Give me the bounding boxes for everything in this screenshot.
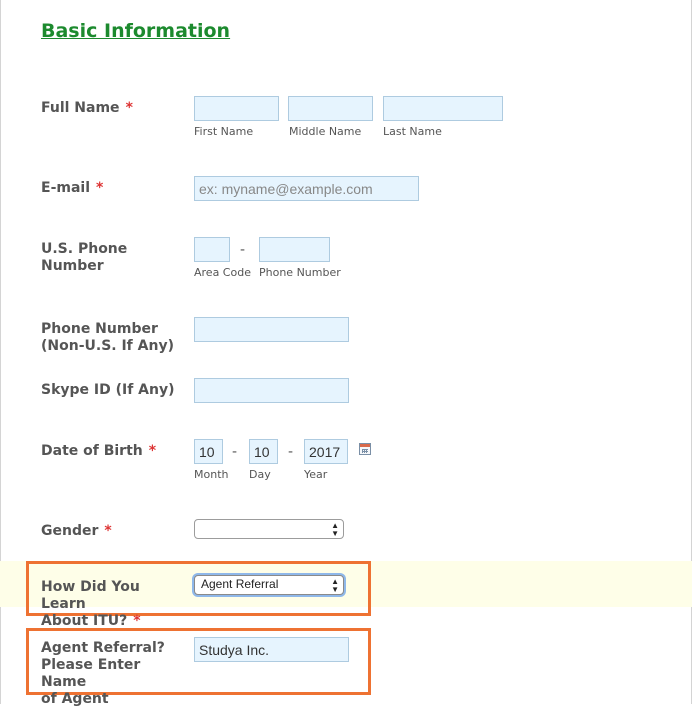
gender-label-text: Gender xyxy=(41,523,99,539)
middle-name-sublabel: Middle Name xyxy=(289,125,362,138)
agent-name-input[interactable] xyxy=(194,637,349,662)
dob-label-text: Date of Birth xyxy=(41,443,143,459)
full-name-label: Full Name * xyxy=(41,100,186,117)
required-marker: * xyxy=(148,443,157,459)
non-us-phone-label: Phone Number (Non-U.S. If Any) xyxy=(41,321,186,355)
last-name-sublabel: Last Name xyxy=(383,125,442,138)
dob-year-input[interactable] xyxy=(304,439,348,464)
area-code-input[interactable] xyxy=(194,237,230,262)
dob-month-input[interactable] xyxy=(194,439,223,464)
us-phone-label: U.S. Phone Number xyxy=(41,241,128,274)
gender-label: Gender * xyxy=(41,523,186,540)
required-marker: * xyxy=(104,523,112,539)
email-label-text: E-mail xyxy=(41,180,91,196)
first-name-sublabel: First Name xyxy=(194,125,254,138)
gender-select[interactable]: ▲ ▼ xyxy=(194,519,344,539)
learn-label: How Did You Learn About ITU? * xyxy=(41,579,186,630)
select-arrows-icon: ▲ ▼ xyxy=(331,577,339,594)
area-code-sublabel: Area Code xyxy=(194,266,251,279)
last-name-input[interactable] xyxy=(383,96,503,121)
agent-label-line2: Please Enter Name xyxy=(41,657,141,690)
learn-label-line2: About ITU? xyxy=(41,613,128,629)
non-us-phone-input[interactable] xyxy=(194,317,349,342)
middle-name-input[interactable] xyxy=(288,96,373,121)
agent-label-line1: Agent Referral? xyxy=(41,640,165,656)
phone-number-sublabel: Phone Number xyxy=(259,266,341,279)
learn-label-line1: How Did You Learn xyxy=(41,579,140,612)
dob-month-sublabel: Month xyxy=(194,468,229,481)
non-us-phone-label-line1: Phone Number xyxy=(41,321,158,337)
non-us-phone-label-line2: (Non-U.S. If Any) xyxy=(41,338,174,354)
dob-year-sublabel: Year xyxy=(304,468,328,481)
required-marker: * xyxy=(125,100,133,116)
skype-input[interactable] xyxy=(194,378,349,403)
agent-label-line3: of Agent xyxy=(41,691,109,707)
learn-select[interactable]: Agent Referral ▲ ▼ xyxy=(194,575,344,595)
required-marker: * xyxy=(96,180,104,196)
full-name-label-text: Full Name xyxy=(41,100,120,116)
phone-number-input[interactable] xyxy=(259,237,330,262)
dob-day-input[interactable] xyxy=(249,439,278,464)
phone-dash: - xyxy=(240,242,246,258)
required-marker: * xyxy=(133,613,141,629)
skype-label: Skype ID (If Any) xyxy=(41,382,175,398)
learn-selected-value: Agent Referral xyxy=(201,577,279,591)
dob-dash-1: - xyxy=(232,444,238,460)
section-title: Basic Information xyxy=(41,20,231,42)
email-label: E-mail * xyxy=(41,180,186,197)
dob-dash-2: - xyxy=(288,444,294,460)
calendar-icon[interactable] xyxy=(359,443,371,455)
dob-day-sublabel: Day xyxy=(249,468,271,481)
email-input[interactable] xyxy=(194,176,419,201)
agent-label: Agent Referral? Please Enter Name of Age… xyxy=(41,640,186,708)
first-name-input[interactable] xyxy=(194,96,279,121)
select-arrows-icon: ▲ ▼ xyxy=(331,521,339,538)
dob-label: Date of Birth * xyxy=(41,443,186,460)
